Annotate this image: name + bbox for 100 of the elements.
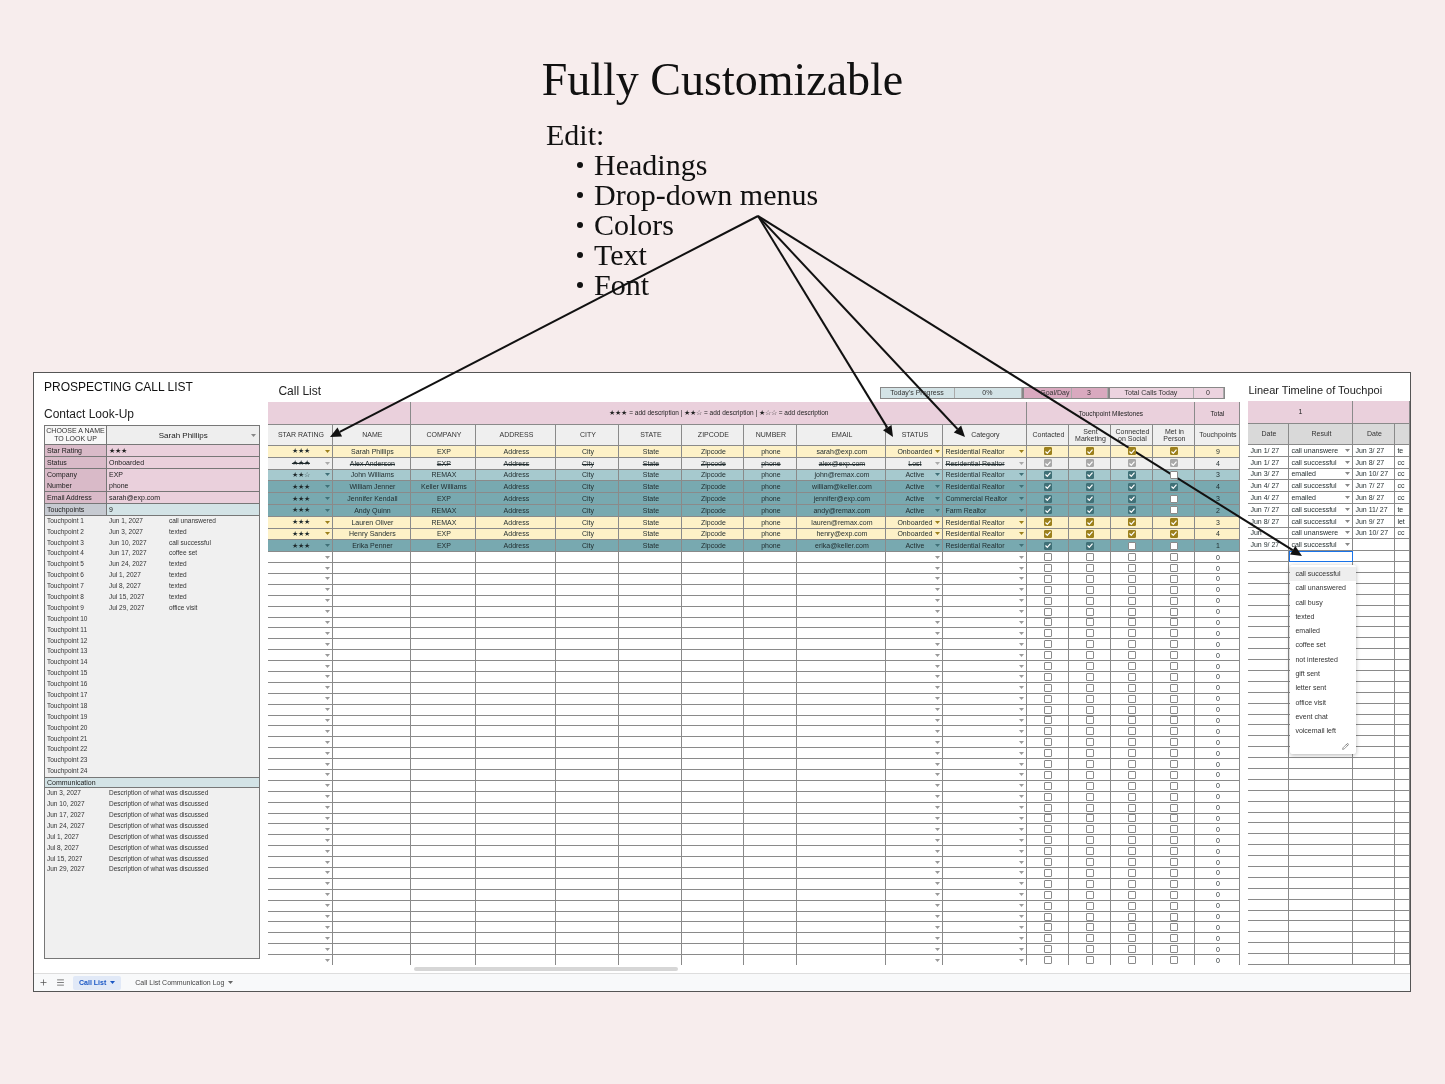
dropdown-caret-icon[interactable] <box>1019 532 1025 536</box>
checkbox[interactable] <box>1086 506 1095 515</box>
dropdown-caret-icon[interactable] <box>1019 675 1025 679</box>
dropdown-caret-icon[interactable] <box>325 588 331 592</box>
checkbox[interactable] <box>1170 749 1179 758</box>
dropdown-caret-icon[interactable] <box>935 817 941 820</box>
checkbox[interactable] <box>1044 596 1053 605</box>
empty-row[interactable] <box>1248 758 1410 769</box>
dropdown-caret-icon[interactable] <box>325 631 331 635</box>
checkbox[interactable] <box>1086 879 1095 888</box>
scrollbar[interactable] <box>414 967 678 971</box>
checkbox[interactable] <box>1170 836 1179 845</box>
checkbox[interactable] <box>1044 760 1053 769</box>
dropdown-caret-icon[interactable] <box>325 871 331 875</box>
checkbox[interactable] <box>1128 825 1137 834</box>
checkbox[interactable] <box>1086 749 1095 758</box>
checkbox[interactable] <box>1086 618 1095 627</box>
dropdown-caret-icon[interactable] <box>1019 882 1025 886</box>
dropdown-caret-icon[interactable] <box>935 642 941 646</box>
checkbox[interactable] <box>1170 738 1179 747</box>
dropdown-caret-icon[interactable] <box>935 566 941 570</box>
dropdown-caret-icon[interactable] <box>1019 729 1025 733</box>
dropdown-caret-icon[interactable] <box>1019 904 1025 908</box>
dropdown-caret-icon[interactable] <box>110 981 116 984</box>
dropdown-caret-icon[interactable] <box>325 740 331 744</box>
dropdown-caret-icon[interactable] <box>228 981 234 984</box>
dropdown-caret-icon[interactable] <box>935 577 941 581</box>
checkbox[interactable] <box>1086 956 1095 965</box>
checkbox[interactable] <box>1128 727 1137 736</box>
checkbox[interactable] <box>1086 640 1095 649</box>
dropdown-caret-icon[interactable] <box>935 631 941 635</box>
checkbox[interactable] <box>1044 705 1053 714</box>
dropdown-caret-icon[interactable] <box>935 806 941 810</box>
checkbox[interactable] <box>1044 459 1053 468</box>
checkbox[interactable] <box>1044 738 1053 747</box>
checkbox[interactable] <box>1170 956 1179 965</box>
empty-row[interactable] <box>1248 921 1410 933</box>
checkbox[interactable] <box>1044 629 1053 638</box>
checkbox[interactable] <box>1044 879 1053 888</box>
checkbox[interactable] <box>1128 683 1137 692</box>
dropdown-caret-icon[interactable] <box>325 449 331 453</box>
dropdown-caret-icon[interactable] <box>935 915 941 918</box>
dropdown-caret-icon[interactable] <box>325 599 331 603</box>
dropdown-caret-icon[interactable] <box>1019 588 1025 592</box>
dropdown-caret-icon[interactable] <box>325 795 331 799</box>
empty-row[interactable] <box>1248 899 1410 911</box>
checkbox[interactable] <box>1086 923 1095 932</box>
checkbox[interactable] <box>1128 868 1137 877</box>
checkbox[interactable] <box>1044 541 1053 550</box>
checkbox[interactable] <box>1086 672 1095 681</box>
checkbox[interactable] <box>1044 727 1053 736</box>
checkbox[interactable] <box>1086 781 1095 790</box>
checkbox[interactable] <box>1044 574 1053 583</box>
checkbox[interactable] <box>1128 506 1137 515</box>
dropdown-caret-icon[interactable] <box>1019 566 1025 570</box>
dropdown-caret-icon[interactable] <box>1019 806 1025 810</box>
checkbox[interactable] <box>1170 529 1179 538</box>
dropdown-caret-icon[interactable] <box>1019 795 1025 799</box>
checkbox[interactable] <box>1170 890 1179 899</box>
checkbox[interactable] <box>1044 858 1053 867</box>
empty-row[interactable] <box>1248 888 1410 900</box>
checkbox[interactable] <box>1170 770 1179 779</box>
empty-row[interactable] <box>1248 877 1410 889</box>
checkbox[interactable] <box>1044 912 1053 921</box>
checkbox[interactable] <box>1170 879 1179 888</box>
checkbox[interactable] <box>1170 541 1179 550</box>
checkbox[interactable] <box>1128 471 1137 479</box>
dropdown-caret-icon[interactable] <box>935 449 941 453</box>
checkbox[interactable] <box>1086 868 1095 877</box>
checkbox[interactable] <box>1128 447 1137 456</box>
checkbox[interactable] <box>1170 564 1179 572</box>
dropdown-caret-icon[interactable] <box>325 642 331 646</box>
dropdown-caret-icon[interactable] <box>1019 827 1025 831</box>
dropdown-caret-icon[interactable] <box>1019 473 1025 477</box>
checkbox[interactable] <box>1170 945 1179 954</box>
checkbox[interactable] <box>1170 629 1179 638</box>
checkbox[interactable] <box>1044 553 1053 562</box>
checkbox[interactable] <box>1044 923 1053 932</box>
checkbox[interactable] <box>1170 694 1179 703</box>
dropdown-caret-icon[interactable] <box>1019 817 1025 820</box>
checkbox[interactable] <box>1170 553 1179 562</box>
dropdown-caret-icon[interactable] <box>1019 849 1025 853</box>
dropdown-caret-icon[interactable] <box>935 675 941 679</box>
dropdown-caret-icon[interactable] <box>935 849 941 853</box>
dropdown-caret-icon[interactable] <box>325 904 331 908</box>
checkbox[interactable] <box>1128 651 1137 660</box>
checkbox[interactable] <box>1170 574 1179 583</box>
checkbox[interactable] <box>1044 683 1053 692</box>
dropdown-caret-icon[interactable] <box>935 947 941 951</box>
checkbox[interactable] <box>1128 574 1137 583</box>
empty-row[interactable] <box>1248 910 1410 922</box>
dropdown-caret-icon[interactable] <box>325 817 331 820</box>
checkbox[interactable] <box>1044 836 1053 845</box>
dropdown-caret-icon[interactable] <box>325 653 331 657</box>
checkbox[interactable] <box>1086 683 1095 692</box>
dropdown-caret-icon[interactable] <box>935 520 941 524</box>
checkbox[interactable] <box>1086 574 1095 583</box>
checkbox[interactable] <box>1170 447 1179 456</box>
checkbox[interactable] <box>1128 923 1137 932</box>
dropdown-caret-icon[interactable] <box>325 697 331 701</box>
